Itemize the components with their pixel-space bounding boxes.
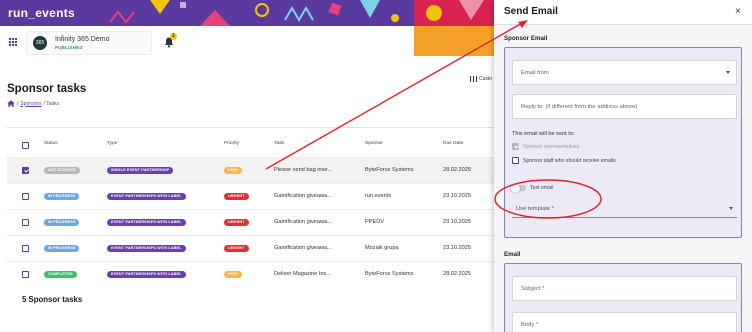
representatives-checkbox (512, 143, 519, 150)
event-avatar: 365 (33, 36, 47, 50)
table-row[interactable]: IN PROGRESS EVENT PARTNERSHIPS WITH LABEL… (7, 235, 497, 261)
row-checkbox[interactable] (22, 245, 29, 252)
row-checkbox[interactable] (22, 271, 29, 278)
toggle-switch[interactable] (511, 183, 526, 193)
breadcrumb-sponsors-link[interactable]: Sponsors (20, 101, 41, 107)
customize-columns-button[interactable]: Custo (470, 76, 492, 82)
due-date-cell: 23.10.2025 (443, 245, 471, 251)
subject-field[interactable]: Subject * (512, 276, 737, 301)
task-cell: Gamification giveawa... (274, 219, 332, 225)
type-badge: EVENT PARTNERSHIPS WITH LABEL (107, 193, 186, 200)
sponsor-cell: PPEDV (365, 219, 384, 225)
table-row[interactable]: IN PROGRESS EVENT PARTNERSHIPS WITH LABEL… (7, 209, 497, 235)
status-badge: IN PROGRESS (44, 245, 80, 252)
column-header-due-date[interactable]: Due Date (443, 141, 463, 146)
use-template-placeholder: Use template * (516, 206, 555, 212)
email-section-title: Email (504, 251, 521, 258)
status-badge: IN PROGRESS (44, 219, 80, 226)
event-status: PUBLISHED (55, 45, 83, 50)
column-header-sponsor[interactable]: Sponsor (365, 141, 383, 146)
email-from-placeholder: Email from (521, 70, 549, 76)
option-sponsor-staff[interactable]: Sponsor staff who should receive emails (512, 157, 616, 164)
due-date-cell: 28.02.2025 (443, 271, 471, 277)
send-email-drawer: Send Email × Sponsor Email Email from Re… (494, 0, 752, 332)
chevron-down-icon (726, 71, 730, 74)
task-cell: Gamification giveawa... (274, 245, 332, 251)
text-email-toggle[interactable]: Text email (511, 183, 554, 193)
notification-badge: 1 (170, 33, 177, 40)
page-title: Sponsor tasks (7, 83, 87, 95)
breadcrumb: / Sponsors / Tasks (7, 100, 59, 107)
staff-checkbox[interactable] (512, 157, 519, 164)
column-header-task[interactable]: Task (274, 141, 284, 146)
chevron-down-icon (729, 207, 733, 210)
status-badge: COMPLETED (44, 271, 77, 278)
sponsor-email-panel: Email from Reply to: (if different from … (504, 47, 742, 238)
column-header-priority[interactable]: Priority (224, 141, 239, 146)
column-header-type[interactable]: Type (107, 141, 117, 146)
row-checkbox[interactable] (22, 219, 29, 226)
task-cell: Gamification giveawa... (274, 193, 332, 199)
sponsor-cell: Mozaik grupa (365, 245, 399, 251)
sponsor-cell: run.events (365, 193, 392, 199)
sponsor-cell: ByteForce Systems (365, 271, 414, 277)
task-cell: Deliver Magazine Ins... (274, 271, 331, 277)
email-from-select[interactable]: Email from (512, 60, 737, 85)
reply-to-placeholder: Reply to: (if different from the address… (521, 104, 638, 110)
table-row[interactable]: NOT STARTED SINGLE EVENT PARTNERSHIP HIGH P… (7, 157, 497, 183)
body-placeholder: Body * (521, 322, 539, 328)
option-sponsor-representatives: Sponsor representatives (512, 143, 579, 150)
column-header-status[interactable]: Status (44, 141, 58, 146)
home-icon[interactable] (7, 100, 15, 107)
text-email-label: Text email (530, 185, 554, 191)
apps-grid-icon[interactable] (9, 38, 18, 47)
banner-art-right (414, 0, 500, 26)
body-field[interactable]: Body * (512, 312, 737, 332)
table-header: Status Type Priority Task Sponsor Due Da… (7, 138, 497, 154)
sent-to-label: This email will be sent to: (512, 131, 575, 137)
task-cell: Please send bag inse... (274, 167, 333, 173)
drawer-title: Send Email (504, 6, 558, 17)
staff-label: Sponsor staff who should receive emails (523, 157, 616, 164)
type-badge: SINGLE EVENT PARTNERSHIP (107, 167, 174, 174)
type-badge: EVENT PARTNERSHIPS WITH LABEL (107, 219, 186, 226)
columns-icon (470, 76, 477, 82)
priority-badge: URGENT (224, 219, 249, 226)
priority-badge: URGENT (224, 245, 249, 252)
breadcrumb-current: / Tasks (43, 100, 59, 107)
use-template-select[interactable]: Use template * (512, 198, 737, 218)
priority-badge: HIGH (224, 167, 242, 174)
table-row[interactable]: IN PROGRESS EVENT PARTNERSHIPS WITH LABEL… (7, 183, 497, 209)
customize-columns-label: Custo (479, 76, 493, 82)
sponsor-email-section-title: Sponsor Email (504, 35, 548, 42)
table-divider (7, 127, 497, 128)
row-checkbox[interactable] (22, 193, 29, 200)
status-badge: IN PROGRESS (44, 193, 80, 200)
priority-badge: URGENT (224, 193, 249, 200)
breadcrumb-separator: / (17, 100, 19, 107)
task-count: 5 Sponsor tasks (22, 295, 83, 304)
sponsor-cell: ByteForce Systems (365, 167, 414, 173)
select-all-checkbox[interactable] (22, 142, 29, 149)
event-selector[interactable]: 365 Infinity 365 Demo PUBLISHED (26, 31, 152, 55)
reply-to-field[interactable]: Reply to: (if different from the address… (512, 94, 737, 119)
status-badge: NOT STARTED (44, 167, 80, 174)
event-name: Infinity 365 Demo (55, 36, 110, 43)
due-date-cell: 28.02.2025 (443, 167, 471, 173)
close-icon[interactable]: × (735, 6, 741, 17)
due-date-cell: 23.10.2025 (443, 193, 471, 199)
app-logo[interactable]: run_events (8, 6, 75, 20)
representatives-label: Sponsor representatives (523, 143, 580, 150)
drawer-body: Sponsor Email Email from Reply to: (if d… (494, 25, 752, 332)
type-badge: EVENT PARTNERSHIPS WITH LABEL (107, 271, 186, 278)
email-panel: Subject * Body * (504, 263, 742, 332)
type-badge: EVENT PARTNERSHIPS WITH LABEL (107, 245, 186, 252)
table-row[interactable]: COMPLETED EVENT PARTNERSHIPS WITH LABEL HI… (7, 261, 497, 287)
row-checkbox[interactable] (22, 167, 29, 174)
due-date-cell: 23.10.2025 (443, 219, 471, 225)
subject-placeholder: Subject * (521, 286, 545, 292)
banner-art-right-lower (414, 26, 500, 56)
priority-badge: HIGH (224, 271, 242, 278)
